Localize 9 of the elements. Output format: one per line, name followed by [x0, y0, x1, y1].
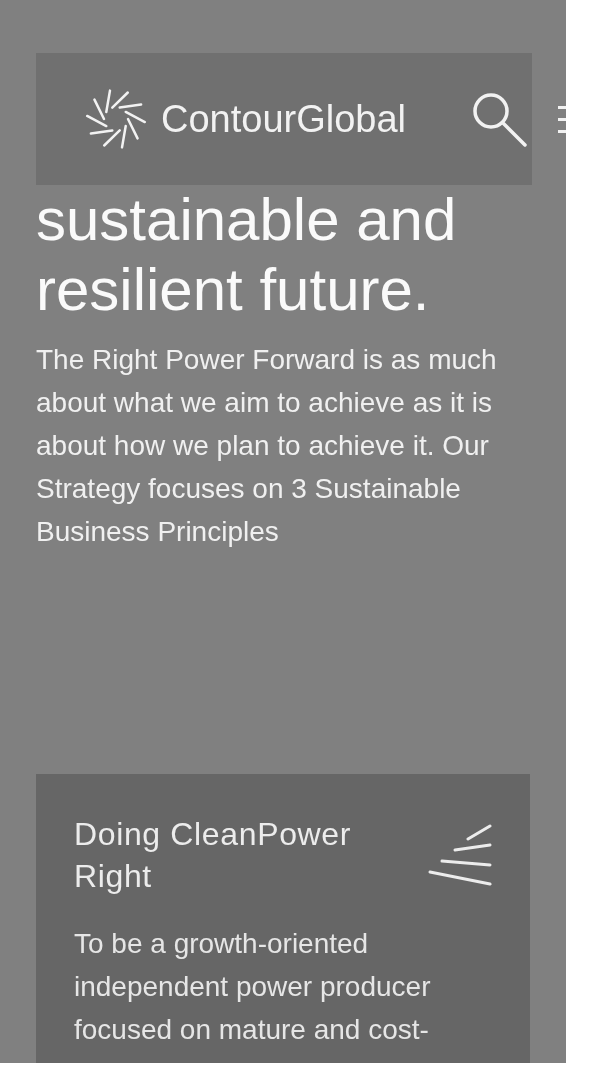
sunburst-logo-icon	[85, 88, 147, 150]
radiating-lines-icon	[428, 824, 492, 886]
search-icon[interactable]	[471, 91, 527, 147]
hero-heading: sustainable and resilient future.	[36, 185, 458, 325]
menu-icon[interactable]	[558, 105, 566, 133]
hero-paragraph: The Right Power Forward is as much about what we aim to achieve as it is about how we plan to achieve it. Our Strategy focuses on 3 Sustainable Business Principles	[36, 343, 498, 549]
logo-link[interactable]: ContourGlobal	[85, 88, 407, 150]
card-title: Doing CleanPower Right	[74, 815, 353, 896]
card-text: To be a growth-oriented independent power producer focused on mature and cost-	[74, 927, 432, 1047]
